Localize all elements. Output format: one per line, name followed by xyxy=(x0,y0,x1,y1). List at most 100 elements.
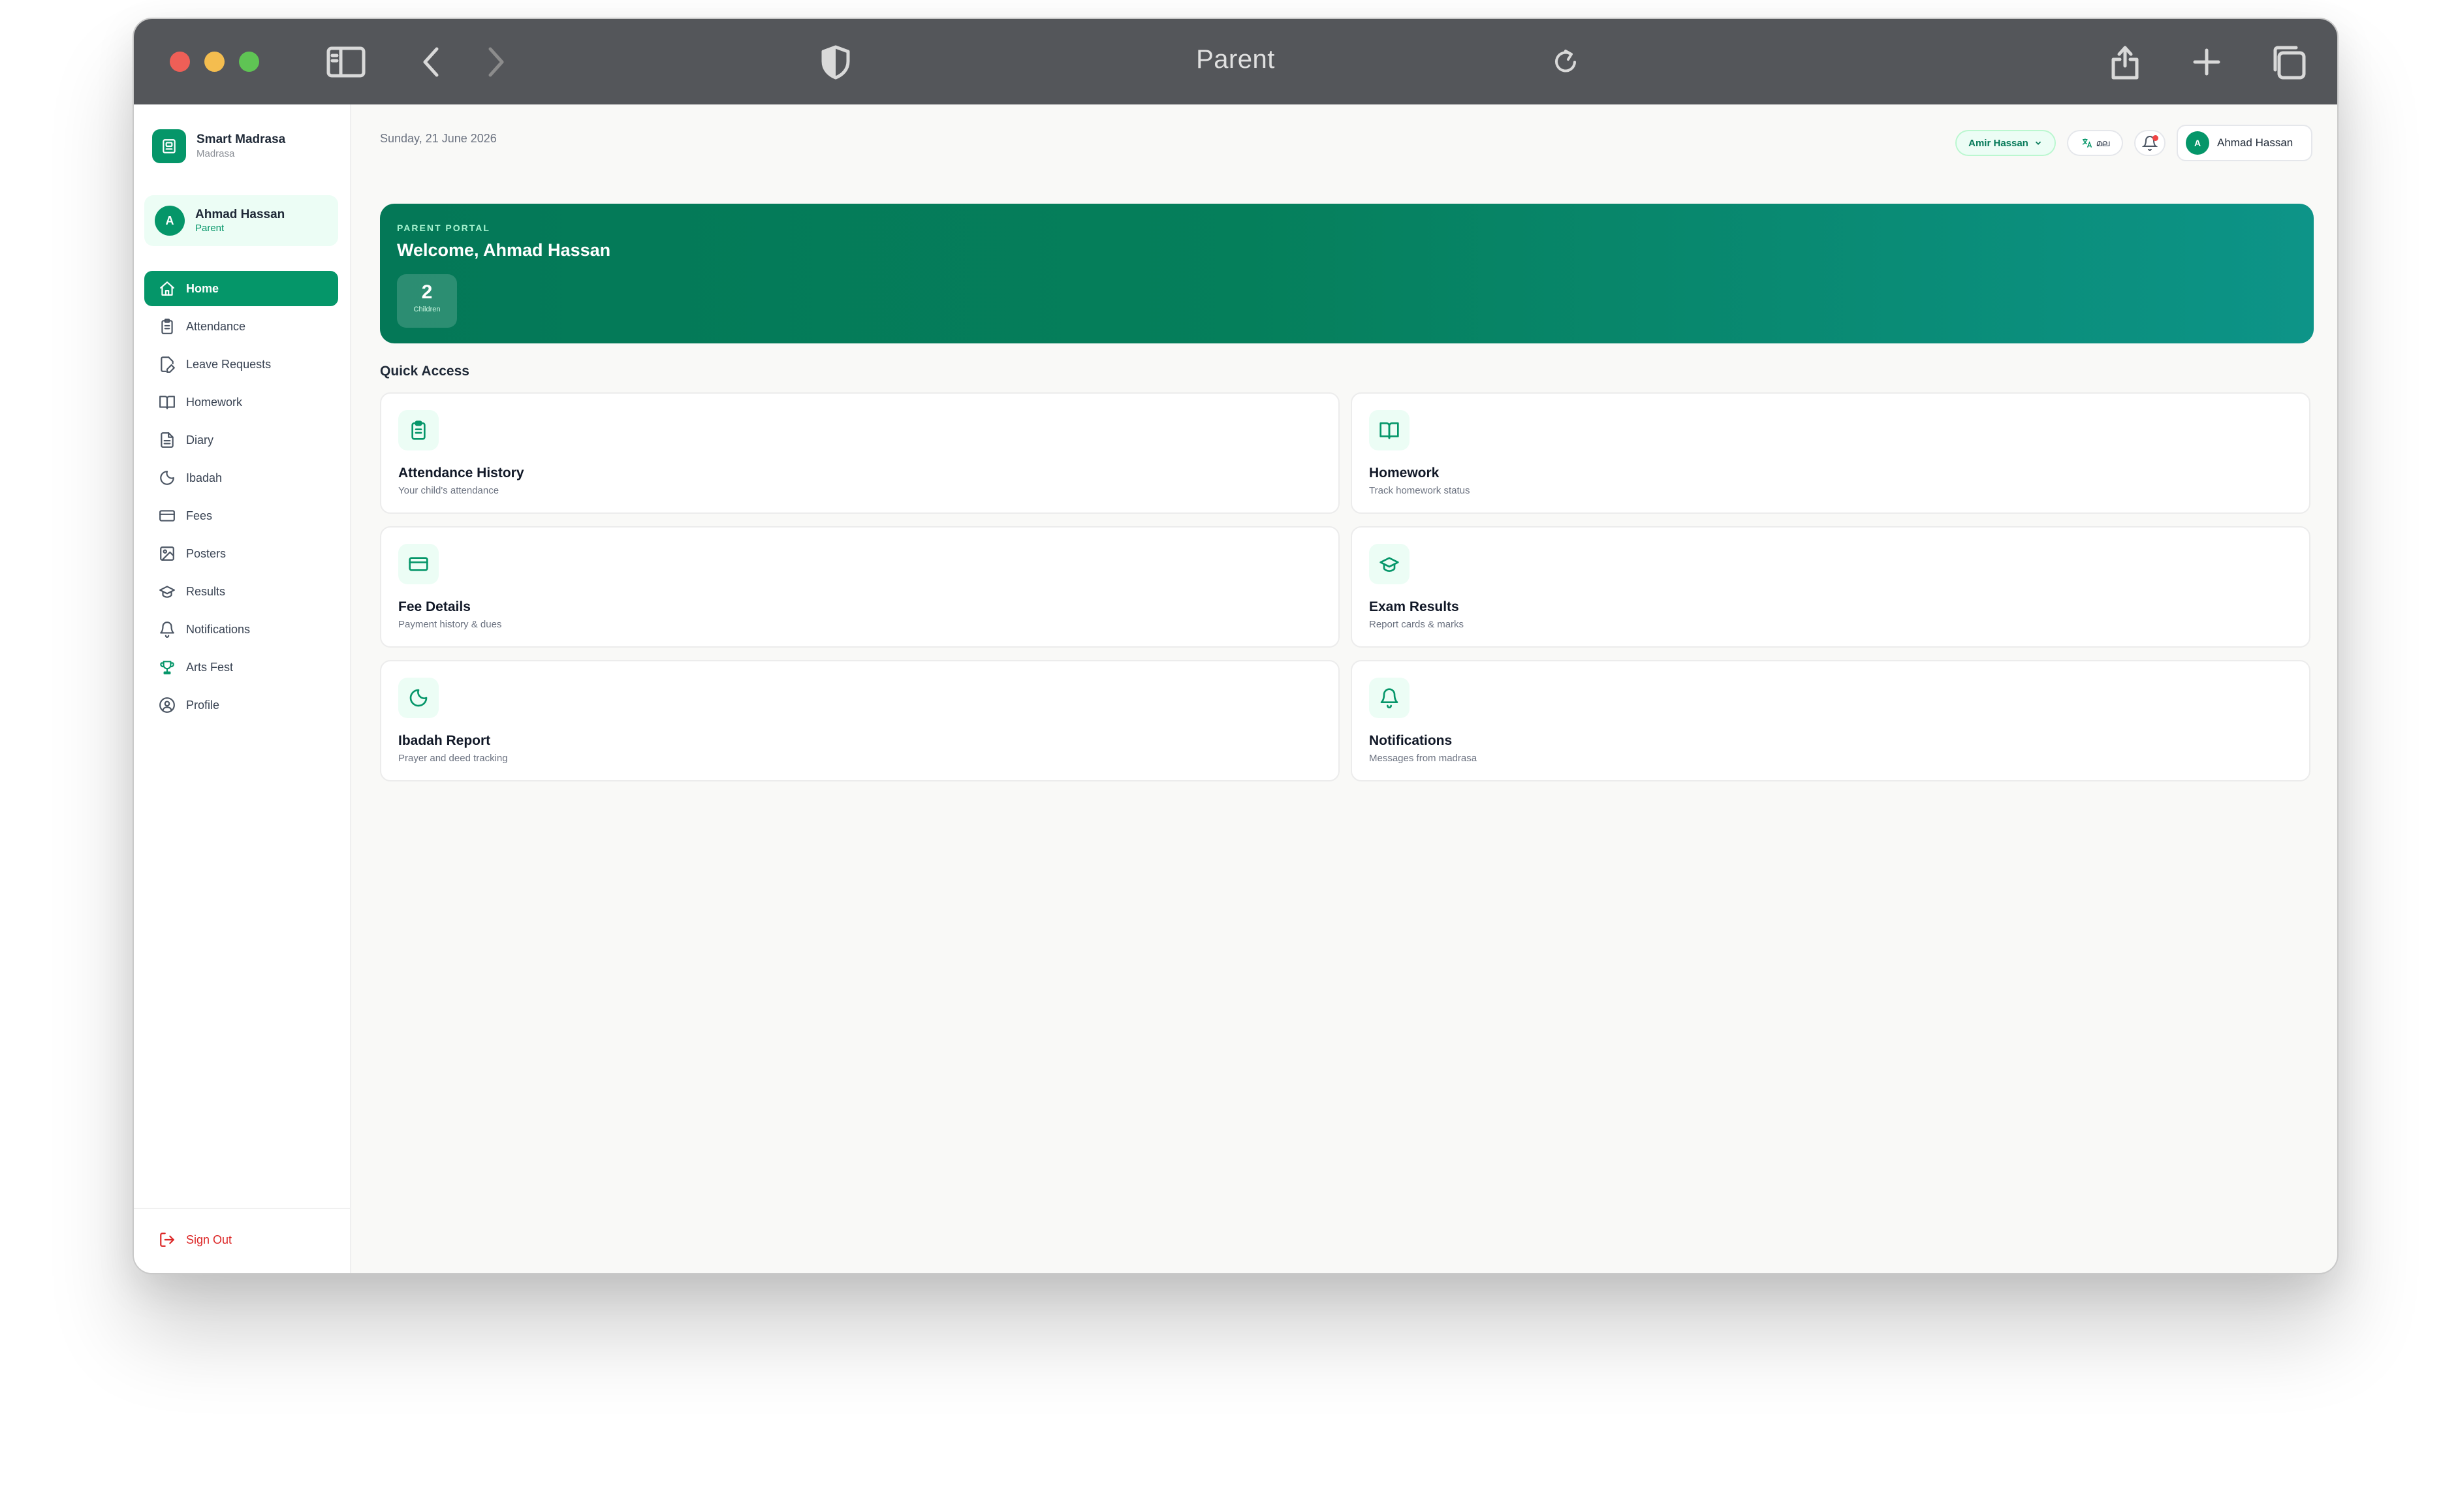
language-label: മല xyxy=(2096,137,2110,148)
card-subtitle: Track homework status xyxy=(1369,485,1470,496)
sidebar-nav: Home Attendance Leave Requests Homework … xyxy=(144,271,338,725)
notification-dot xyxy=(2152,135,2158,141)
chevron-down-icon xyxy=(2035,141,2041,145)
sidebar-item-label: Arts Fest xyxy=(186,660,234,674)
attendance-history-card[interactable]: Attendance History Your child's attendan… xyxy=(380,392,1340,514)
clipboard-icon xyxy=(161,319,173,334)
card-subtitle: Messages from madrasa xyxy=(1369,753,1477,764)
home-icon xyxy=(160,281,174,296)
sidebar-item-profile[interactable]: Profile xyxy=(144,687,338,723)
user-name: Ahmad Hassan xyxy=(195,207,285,221)
sidebar-item-fees[interactable]: Fees xyxy=(144,498,338,533)
children-count: 2 xyxy=(421,281,433,303)
credit-card-icon xyxy=(398,544,439,584)
moon-icon xyxy=(160,471,174,485)
sidebar-item-notifications[interactable]: Notifications xyxy=(144,612,338,647)
book-open-icon xyxy=(1369,410,1410,450)
user-card[interactable]: A Ahmad Hassan Parent xyxy=(144,195,338,246)
brand-name: Smart Madrasa xyxy=(197,133,286,146)
sidebar-item-label: Fees xyxy=(186,509,213,522)
sidebar-item-label: Diary xyxy=(186,433,214,447)
card-title: Exam Results xyxy=(1369,599,1459,614)
brand[interactable]: Smart Madrasa Madrasa xyxy=(152,129,285,163)
sidebar-item-posters[interactable]: Posters xyxy=(144,536,338,571)
portal-tag: PARENT PORTAL xyxy=(397,223,490,233)
sidebar-item-leave-requests[interactable]: Leave Requests xyxy=(144,347,338,382)
notifications-button[interactable] xyxy=(2134,130,2166,156)
sidebar-item-home[interactable]: Home xyxy=(144,271,338,306)
bell-icon xyxy=(160,622,174,638)
card-title: Notifications xyxy=(1369,733,1453,748)
fee-details-card[interactable]: Fee Details Payment history & dues xyxy=(380,526,1340,648)
sidebar-item-homework[interactable]: Homework xyxy=(144,385,338,420)
card-subtitle: Report cards & marks xyxy=(1369,619,1464,630)
sidebar-item-label: Ibadah xyxy=(186,471,223,484)
image-icon xyxy=(160,546,174,561)
sidebar-item-label: Notifications xyxy=(186,622,251,636)
children-stat: 2 Children xyxy=(397,274,457,328)
ibadah-report-card[interactable]: Ibadah Report Prayer and deed tracking xyxy=(380,660,1340,781)
header-avatar: A xyxy=(2186,131,2209,155)
reload-icon[interactable] xyxy=(1546,19,1585,104)
user-role: Parent xyxy=(195,222,225,234)
card-subtitle: Your child's attendance xyxy=(398,485,499,496)
sidebar-item-label: Home xyxy=(186,281,219,295)
sign-out-label: Sign Out xyxy=(186,1233,232,1246)
graduation-cap-icon xyxy=(159,586,175,598)
exam-results-card[interactable]: Exam Results Report cards & marks xyxy=(1351,526,2310,648)
clipboard-icon xyxy=(398,410,439,450)
sidebar-item-arts-fest[interactable]: Arts Fest xyxy=(144,650,338,685)
credit-card-icon xyxy=(159,510,175,522)
brand-subtitle: Madrasa xyxy=(197,148,235,159)
user-menu[interactable]: A Ahmad Hassan xyxy=(2177,125,2312,161)
children-label: Children xyxy=(413,306,441,313)
card-title: Ibadah Report xyxy=(398,733,491,748)
browser-window: Parent Smart Madrasa Madrasa A Ahmad Has… xyxy=(133,18,2339,1274)
sidebar-divider xyxy=(134,1208,351,1209)
bell-icon xyxy=(1369,678,1410,718)
card-title: Fee Details xyxy=(398,599,471,614)
sidebar-item-ibadah[interactable]: Ibadah xyxy=(144,460,338,496)
card-subtitle: Prayer and deed tracking xyxy=(398,753,508,764)
card-title: Homework xyxy=(1369,465,1440,480)
trophy-icon xyxy=(160,661,174,674)
book-open-icon xyxy=(159,396,175,409)
sidebar-item-attendance[interactable]: Attendance xyxy=(144,309,338,344)
translate-icon xyxy=(2082,138,2092,148)
share-icon[interactable] xyxy=(2105,19,2145,104)
sign-out-button[interactable]: Sign Out xyxy=(159,1231,232,1248)
language-toggle[interactable]: മല xyxy=(2067,130,2123,156)
sidebar: Smart Madrasa Madrasa A Ahmad Hassan Par… xyxy=(134,104,351,1273)
homework-card[interactable]: Homework Track homework status xyxy=(1351,392,2310,514)
welcome-title: Welcome, Ahmad Hassan xyxy=(397,240,611,260)
sidebar-item-label: Posters xyxy=(186,546,227,560)
welcome-banner: PARENT PORTAL Welcome, Ahmad Hassan 2 Ch… xyxy=(380,204,2314,343)
sidebar-item-diary[interactable]: Diary xyxy=(144,422,338,458)
notifications-card[interactable]: Notifications Messages from madrasa xyxy=(1351,660,2310,781)
sidebar-item-results[interactable]: Results xyxy=(144,574,338,609)
sidebar-item-label: Results xyxy=(186,584,226,598)
current-date: Sunday, 21 June 2026 xyxy=(380,132,497,145)
madrasa-logo-icon xyxy=(152,129,186,163)
tab-title: Parent xyxy=(1196,45,1275,74)
child-selector[interactable]: Amir Hassan xyxy=(1955,130,2056,156)
moon-icon xyxy=(398,678,439,718)
sidebar-item-label: Leave Requests xyxy=(186,357,272,371)
new-tab-icon[interactable] xyxy=(2187,19,2226,104)
sidebar-item-label: Profile xyxy=(186,698,220,712)
quick-access-title: Quick Access xyxy=(380,364,469,379)
card-subtitle: Payment history & dues xyxy=(398,619,502,630)
file-edit-icon xyxy=(161,356,175,373)
header-user-name: Ahmad Hassan xyxy=(2217,136,2293,149)
browser-toolbar: Parent xyxy=(134,19,2337,104)
log-out-icon xyxy=(160,1233,174,1247)
file-text-icon xyxy=(161,432,174,448)
sidebar-item-label: Homework xyxy=(186,395,243,409)
graduation-cap-icon xyxy=(1369,544,1410,584)
tab-overview-icon[interactable] xyxy=(2265,19,2311,104)
child-selector-value: Amir Hassan xyxy=(1968,137,2028,149)
header-actions: Amir Hassan മല A Ahmad Hassan xyxy=(1955,125,2312,161)
avatar: A xyxy=(155,206,185,236)
user-circle-icon xyxy=(159,697,175,713)
sidebar-item-label: Attendance xyxy=(186,319,246,333)
